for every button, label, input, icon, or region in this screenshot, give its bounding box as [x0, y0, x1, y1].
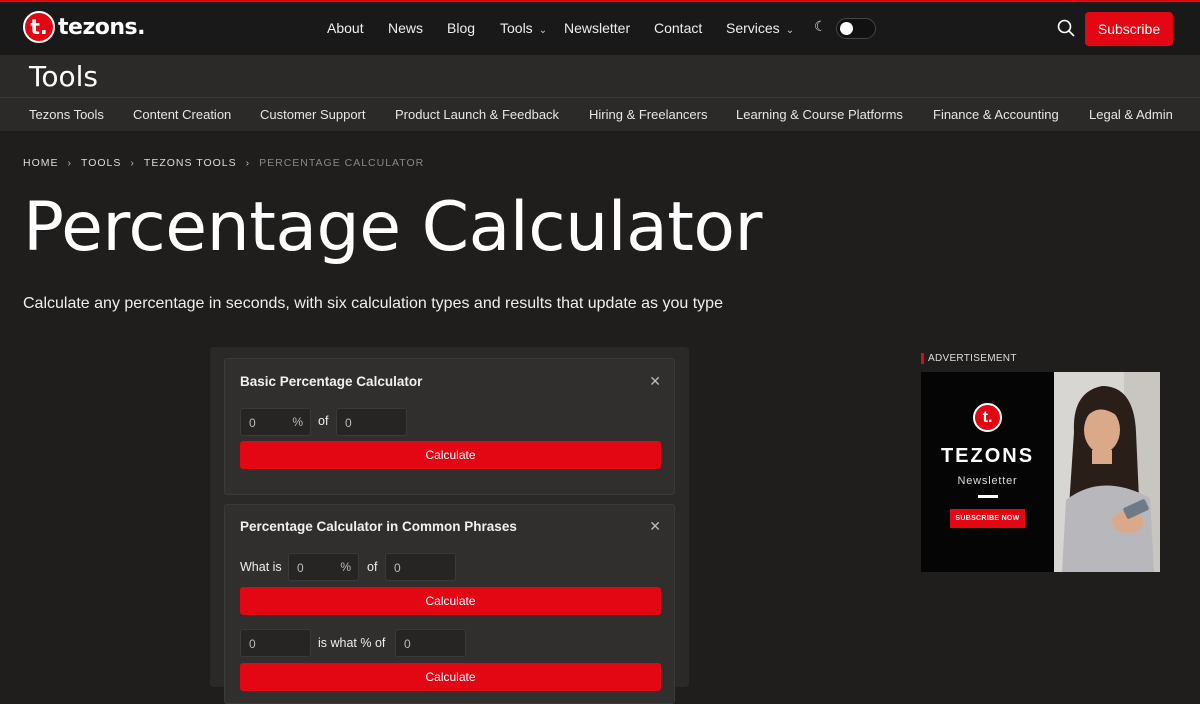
category-customer-support[interactable]: Customer Support — [260, 107, 366, 122]
nav-tools-label: Tools — [500, 20, 533, 36]
what-is-label: What is — [240, 560, 282, 574]
subscribe-button[interactable]: Subscribe — [1085, 12, 1173, 46]
page-title: Percentage Calculator — [23, 188, 762, 267]
value-input[interactable]: 0 — [336, 408, 407, 436]
category-content-creation[interactable]: Content Creation — [133, 107, 231, 122]
chevron-down-icon: ⌄ — [538, 25, 548, 36]
nav-services-label: Services — [726, 20, 780, 36]
nav-contact[interactable]: Contact — [654, 20, 702, 36]
breadcrumb-tezons-tools[interactable]: TEZONS TOOLS — [144, 157, 237, 169]
value-input[interactable]: 0 — [385, 553, 456, 581]
section-title: Tools — [29, 60, 98, 93]
newsletter-ad[interactable]: t. TEZONS Newsletter SUBSCRIBE NOW — [921, 372, 1160, 572]
chevron-right-icon: › — [130, 157, 135, 169]
ad-label: ADVERTISEMENT — [921, 353, 1017, 364]
calculate-button-2[interactable]: Calculate — [240, 663, 661, 691]
site-logo[interactable]: t. tezons. — [23, 11, 145, 43]
category-tezons-tools[interactable]: Tezons Tools — [29, 107, 104, 122]
moon-icon: ☾ — [814, 18, 827, 34]
page-subtitle: Calculate any percentage in seconds, wit… — [23, 295, 723, 312]
nav-about[interactable]: About — [327, 20, 364, 36]
is-what-percent-label: is what % of — [318, 636, 386, 650]
of-label: of — [318, 414, 329, 428]
calculate-button[interactable]: Calculate — [240, 587, 661, 615]
ad-text-panel: t. TEZONS Newsletter SUBSCRIBE NOW — [921, 372, 1054, 572]
nav-tools[interactable]: Tools ⌄ — [500, 20, 547, 36]
nav-news[interactable]: News — [388, 20, 423, 36]
search-icon[interactable] — [1057, 19, 1075, 37]
top-navigation-bar: t. tezons. About News Blog Tools ⌄ Newsle… — [0, 0, 1200, 55]
category-learning[interactable]: Learning & Course Platforms — [736, 107, 903, 122]
part-input[interactable]: 0 — [240, 629, 311, 657]
percent-sign: % — [292, 415, 303, 429]
card-title: Basic Percentage Calculator — [240, 374, 423, 389]
calculate-button[interactable]: Calculate — [240, 441, 661, 469]
of-label: of — [367, 560, 378, 574]
basic-calculator-card: Basic Percentage Calculator ✕ 0 % of 0 C… — [224, 358, 675, 495]
chevron-right-icon: › — [67, 157, 72, 169]
ad-brand: TEZONS — [940, 445, 1035, 467]
category-finance[interactable]: Finance & Accounting — [933, 107, 1059, 122]
nav-newsletter[interactable]: Newsletter — [564, 20, 630, 36]
percent-input[interactable]: 0 % — [240, 408, 311, 436]
percent-input-value: 0 — [249, 416, 256, 430]
chevron-right-icon: › — [245, 157, 251, 169]
calculator-panel: Basic Percentage Calculator ✕ 0 % of 0 C… — [210, 347, 689, 704]
ad-logo-icon: t. — [973, 403, 1002, 432]
ad-newsletter-label: Newsletter — [957, 475, 1018, 487]
breadcrumb: HOME › TOOLS › TEZONS TOOLS › PERCENTAGE CALCU… — [23, 157, 424, 169]
ad-subscribe-button[interactable]: SUBSCRIBE NOW — [950, 509, 1025, 528]
close-icon[interactable]: ✕ — [649, 518, 661, 535]
ad-divider — [978, 495, 998, 498]
breadcrumb-tools[interactable]: TOOLS — [81, 157, 121, 169]
category-legal[interactable]: Legal & Admin — [1089, 107, 1173, 122]
nav-services[interactable]: Services ⌄ — [726, 20, 794, 36]
category-hiring[interactable]: Hiring & Freelancers — [589, 107, 708, 122]
phrases-calculator-card: Percentage Calculator in Common Phrases … — [224, 504, 675, 704]
ad-photo-woman-with-phone — [1054, 372, 1160, 572]
category-nav: Tezons Tools Content Creation Customer S… — [0, 97, 1200, 131]
section-header: Tools — [0, 55, 1200, 97]
logo-icon: t. — [23, 11, 55, 43]
percent-sign: % — [340, 560, 351, 574]
card-title: Percentage Calculator in Common Phrases — [240, 519, 517, 534]
close-icon[interactable]: ✕ — [649, 373, 661, 390]
breadcrumb-current: PERCENTAGE CALCULATOR — [259, 157, 425, 169]
whole-input[interactable]: 0 — [395, 629, 466, 657]
dark-mode-toggle[interactable] — [836, 18, 876, 39]
category-product-launch[interactable]: Product Launch & Feedback — [395, 107, 559, 122]
logo-text: tezons. — [58, 14, 145, 40]
percent-input-value: 0 — [297, 561, 304, 575]
chevron-down-icon: ⌄ — [785, 25, 795, 36]
breadcrumb-home[interactable]: HOME — [23, 157, 59, 169]
percent-input[interactable]: 0 % — [288, 553, 359, 581]
nav-blog[interactable]: Blog — [447, 20, 475, 36]
